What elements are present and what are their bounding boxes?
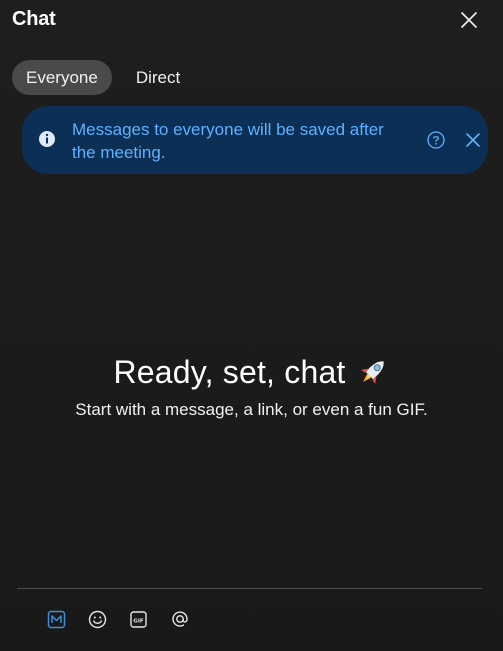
empty-title-row: Ready, set, chat <box>0 350 503 394</box>
markdown-icon <box>47 610 66 628</box>
composer-toolbar: GIF <box>46 607 190 631</box>
panel-title: Chat <box>12 8 56 30</box>
help-icon <box>427 131 445 149</box>
tab-label: Direct <box>135 67 181 87</box>
chat-header: Chat <box>0 0 503 40</box>
banner-help-button[interactable] <box>426 130 446 150</box>
empty-subtitle: Start with a message, a link, or even a … <box>75 400 428 419</box>
banner-close-button[interactable] <box>463 130 483 150</box>
empty-state: Ready, set, chat Start with a message, a… <box>0 350 503 420</box>
chat-tabs: Everyone Direct <box>12 60 194 95</box>
chat-panel: Chat Everyone Direct Messages to everyon… <box>0 0 503 651</box>
emoji-icon <box>88 610 107 628</box>
close-icon <box>466 133 480 147</box>
tab-direct[interactable]: Direct <box>122 60 194 95</box>
close-icon <box>461 12 477 28</box>
info-icon <box>39 131 55 147</box>
tab-everyone[interactable]: Everyone <box>12 60 112 95</box>
composer-divider <box>17 588 482 589</box>
info-banner: Messages to everyone will be saved after… <box>22 106 488 174</box>
tab-label: Everyone <box>26 67 98 87</box>
mention-icon <box>171 611 188 627</box>
emoji-button[interactable] <box>87 609 108 630</box>
gif-text: GIF <box>133 618 144 624</box>
markdown-button[interactable] <box>46 609 67 630</box>
rocket-icon <box>360 361 384 385</box>
empty-title: Ready, set, chat <box>113 353 346 390</box>
gif-button[interactable]: GIF <box>128 609 149 630</box>
mention-button[interactable] <box>169 609 190 630</box>
banner-message: Messages to everyone will be saved after… <box>72 120 384 162</box>
close-panel-button[interactable] <box>456 8 482 32</box>
gif-icon: GIF <box>130 610 147 628</box>
